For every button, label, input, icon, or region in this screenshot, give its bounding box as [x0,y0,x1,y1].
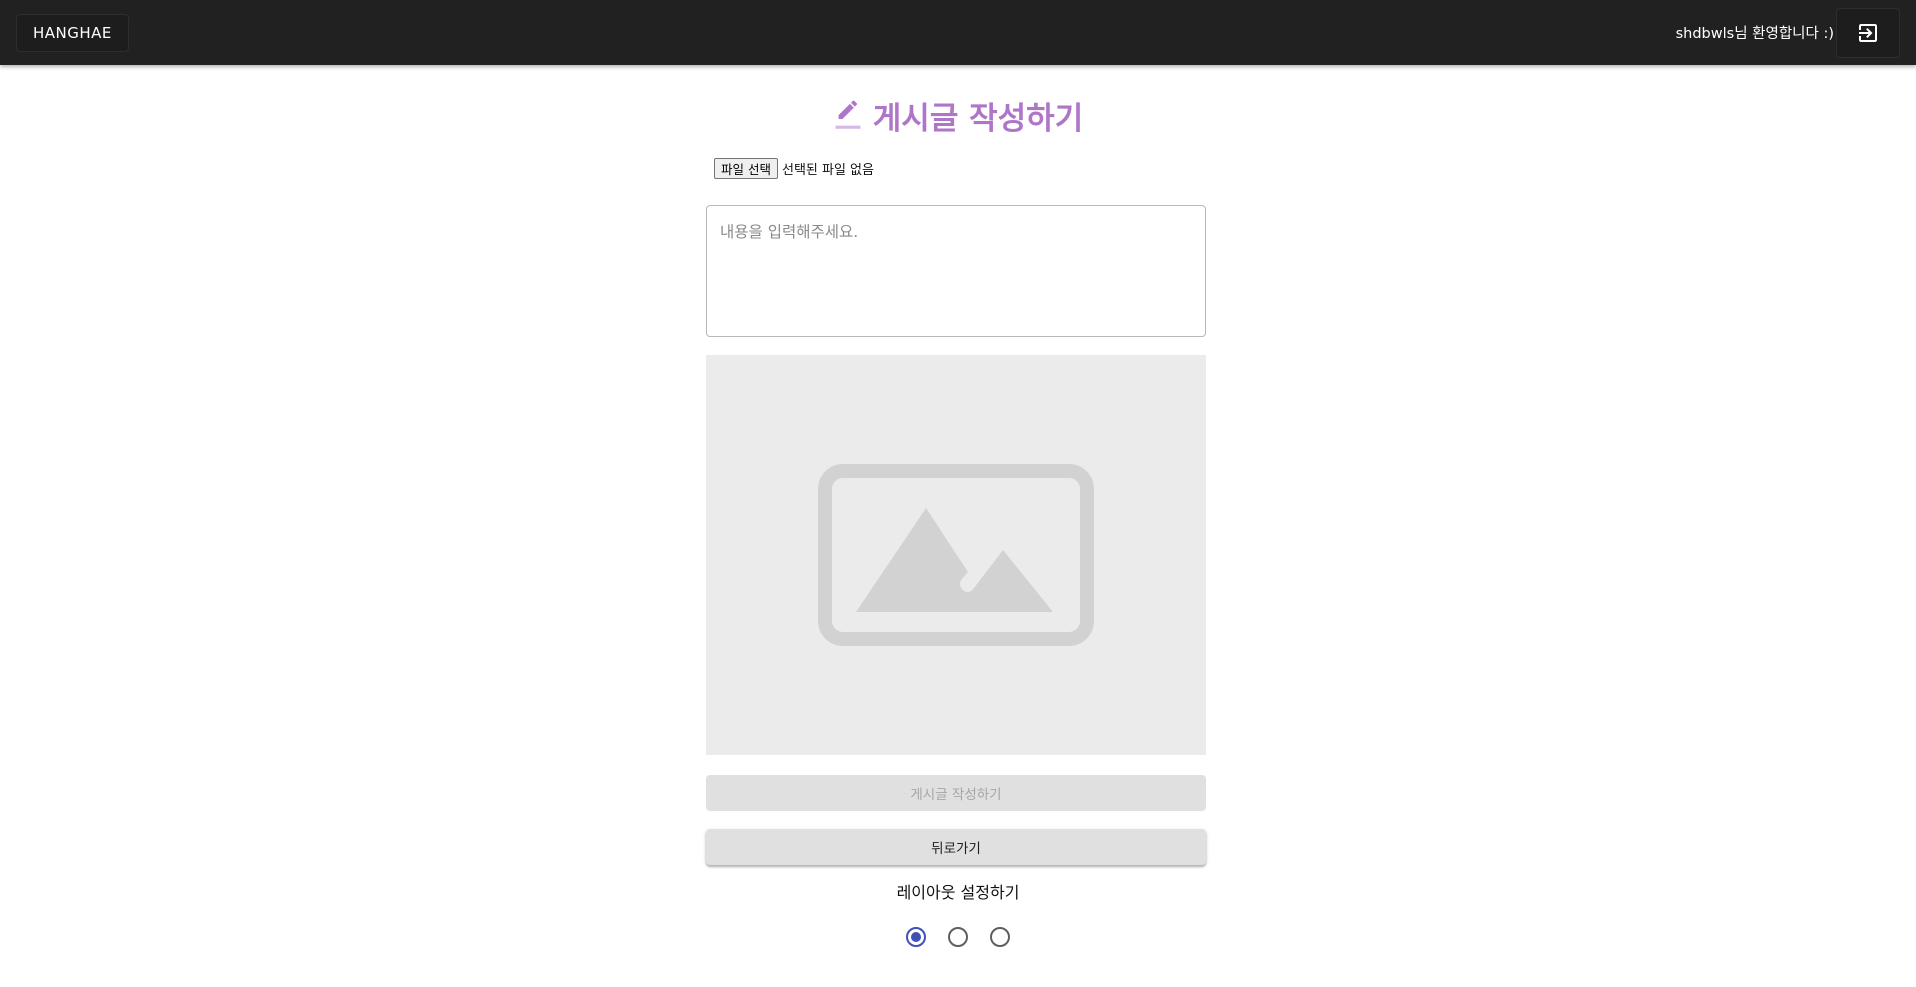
layout-option-1-radio[interactable] [906,927,926,947]
welcome-text: shdbwls님 환영합니다 :) [1675,26,1834,42]
choose-file-label: 파일 선택 [721,161,771,177]
content-placeholder: 내용을 입력해주세요. [720,223,859,241]
layout-radio-group [0,927,1916,951]
post-editor: 게시글 작성하기 파일 선택 선택된 파일 없음 내용을 입력해주세요. 게시글… [0,65,1916,987]
back-label: 뒤로가기 [931,841,981,857]
image-preview [706,355,1206,755]
layout-option-2-radio[interactable] [948,927,968,947]
layout-settings-label: 레이아웃 설정하기 [896,883,1020,902]
submit-post-label: 게시글 작성하기 [910,787,1002,803]
user-area: shdbwls님 환영합니다 :) [1675,7,1900,58]
back-button[interactable]: 뒤로가기 [706,829,1206,865]
home-button[interactable]: HANGHAE [16,13,129,52]
top-app-bar: HANGHAE shdbwls님 환영합니다 :) [0,0,1916,65]
logout-icon [1859,23,1877,42]
content-textarea[interactable]: 내용을 입력해주세요. [706,205,1206,337]
file-input: 파일 선택 선택된 파일 없음 [714,157,874,179]
radio-selected-dot [911,932,921,942]
submit-post-button[interactable]: 게시글 작성하기 [706,775,1206,811]
image-placeholder-icon [818,464,1094,646]
pencil-icon [835,100,861,129]
page-title: 게시글 작성하기 [0,93,1916,137]
brand-label: HANGHAE [33,23,112,42]
page-title-text: 게시글 작성하기 [872,100,1084,137]
layout-option-3-radio[interactable] [990,927,1010,947]
file-status-text: 선택된 파일 없음 [781,162,874,178]
logout-button[interactable] [1836,7,1900,58]
choose-file-button[interactable]: 파일 선택 [714,157,778,179]
